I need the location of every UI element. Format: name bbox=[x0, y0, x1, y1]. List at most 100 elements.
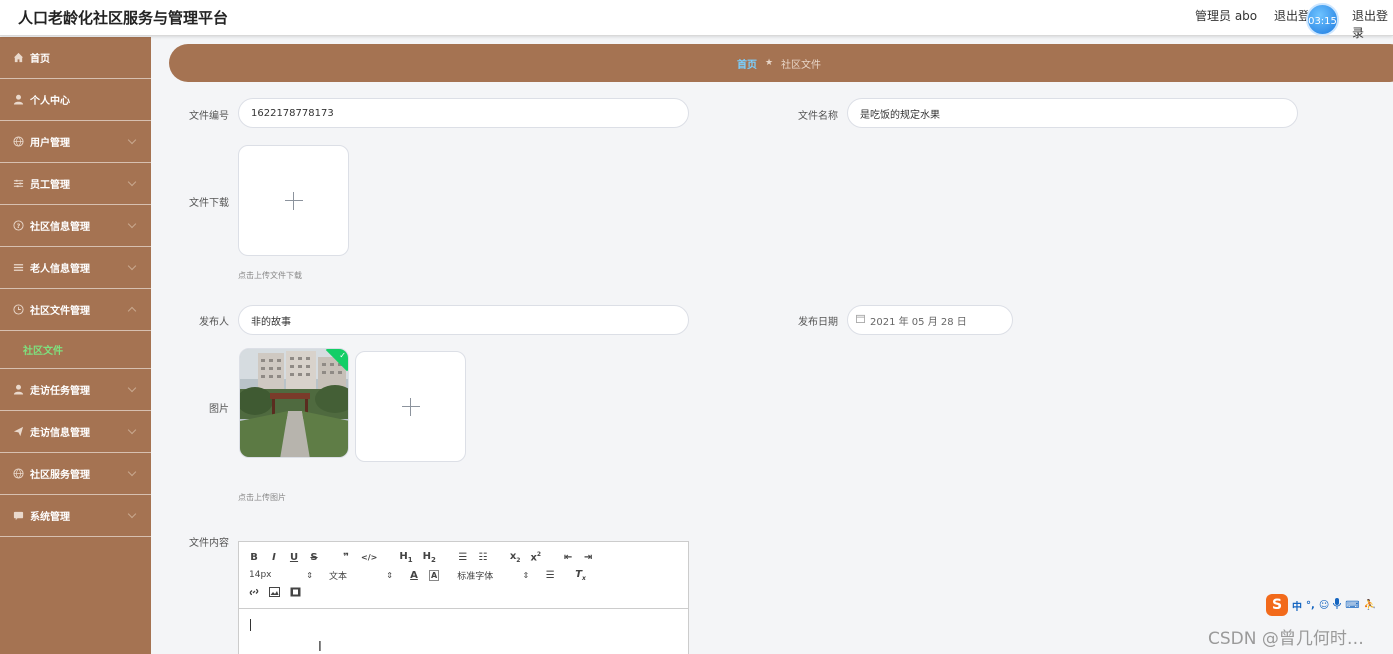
content-label: 文件内容 bbox=[189, 538, 229, 549]
sidebar-subitem-community-file[interactable]: 社区文件 bbox=[0, 331, 151, 369]
link-icon[interactable] bbox=[249, 587, 259, 600]
publisher-input[interactable]: 非的故事 bbox=[238, 305, 689, 335]
bold-icon[interactable]: B bbox=[249, 552, 259, 563]
sidebar-item-home[interactable]: 首页 bbox=[0, 37, 151, 79]
sidebar-item-label: 走访任务管理 bbox=[30, 386, 90, 397]
emoji-icon[interactable]: ☺ bbox=[1319, 600, 1329, 611]
sidebar-item-label: 首页 bbox=[30, 54, 50, 65]
outdent-icon[interactable]: ⇤ bbox=[563, 552, 573, 563]
sidebar-item-label: 系统管理 bbox=[30, 512, 70, 523]
heading-2-icon[interactable]: H2 bbox=[423, 551, 436, 564]
sogou-logo-icon[interactable]: S bbox=[1266, 594, 1288, 616]
italic-icon[interactable]: I bbox=[269, 552, 279, 563]
publish-date-value: 2021 年 05 月 28 日 bbox=[870, 316, 967, 328]
file-no-input[interactable]: 1622178778173 bbox=[238, 98, 689, 128]
paragraph-select[interactable]: 文本 ⇕ bbox=[329, 569, 393, 582]
sidebar-item-users[interactable]: 用户管理 bbox=[0, 121, 151, 163]
publisher-label: 发布人 bbox=[199, 317, 229, 328]
logout-link-2[interactable]: 退出登录 bbox=[1352, 7, 1393, 41]
plus-icon bbox=[401, 397, 420, 416]
select-arrows-icon: ⇕ bbox=[306, 570, 313, 580]
sidebar: 首页 个人中心 用户管理 员工管理 ? 社区信息管理 老人信息管理 社区文件管理… bbox=[0, 37, 151, 654]
underline-icon[interactable]: U bbox=[289, 552, 299, 563]
sidebar-item-community-info[interactable]: ? 社区信息管理 bbox=[0, 205, 151, 247]
strikethrough-icon[interactable]: S bbox=[309, 552, 319, 563]
align-icon[interactable]: ☰ bbox=[545, 570, 555, 581]
sidebar-item-community-service[interactable]: 社区服务管理 bbox=[0, 453, 151, 495]
ordered-list-icon[interactable]: ☰ bbox=[458, 552, 468, 563]
breadcrumb-current: 社区文件 bbox=[781, 59, 822, 71]
plus-icon bbox=[284, 191, 303, 210]
indent-icon[interactable]: ⇥ bbox=[583, 552, 593, 563]
sidebar-item-profile[interactable]: 个人中心 bbox=[0, 79, 151, 121]
keyboard-icon[interactable]: ⌨ bbox=[1345, 600, 1359, 611]
text-caret bbox=[250, 619, 251, 631]
sidebar-item-label: 社区服务管理 bbox=[30, 470, 90, 481]
sidebar-item-system[interactable]: 系统管理 bbox=[0, 495, 151, 537]
csdn-watermark: CSDN @曾几何时… bbox=[1208, 629, 1364, 649]
sidebar-item-label: 用户管理 bbox=[30, 138, 70, 149]
editor-content-area[interactable] bbox=[239, 609, 688, 654]
publish-date-label: 发布日期 bbox=[798, 317, 838, 328]
file-name-input[interactable]: 是吃饭的规定水果 bbox=[847, 98, 1298, 128]
blockquote-icon[interactable]: ❞ bbox=[341, 552, 351, 563]
file-download-label: 文件下载 bbox=[189, 198, 229, 209]
globe-icon bbox=[12, 136, 24, 148]
chevron-down-icon bbox=[127, 135, 137, 145]
sliders-icon bbox=[12, 178, 24, 190]
superscript-icon[interactable]: x2 bbox=[530, 551, 541, 563]
sidebar-item-elder-info[interactable]: 老人信息管理 bbox=[0, 247, 151, 289]
logout-link[interactable]: 退出登 bbox=[1274, 7, 1310, 24]
image-upload-box[interactable] bbox=[355, 351, 466, 462]
heading-1-icon[interactable]: H1 bbox=[399, 551, 412, 564]
clock-icon bbox=[12, 304, 24, 316]
calendar-icon bbox=[856, 314, 865, 326]
paragraph-value: 文本 bbox=[329, 571, 348, 582]
file-name-label: 文件名称 bbox=[798, 111, 838, 122]
chevron-down-icon bbox=[127, 425, 137, 435]
sidebar-item-visit-task[interactable]: 走访任务管理 bbox=[0, 369, 151, 411]
chevron-down-icon bbox=[127, 261, 137, 271]
globe-icon bbox=[12, 468, 24, 480]
editor-toolbar: B I U S ❞ </> H1 H2 ☰ ☷ x2 x2 ⇤ ⇥ 14px ⇕ … bbox=[239, 542, 688, 609]
publish-date-picker[interactable]: 2021 年 05 月 28 日 bbox=[847, 305, 1013, 335]
font-family-select[interactable]: 标准字体 ⇕ bbox=[457, 569, 529, 582]
sidebar-item-label: 员工管理 bbox=[30, 180, 70, 191]
send-icon bbox=[12, 426, 24, 438]
font-size-value: 14px bbox=[249, 570, 272, 580]
breadcrumb-home[interactable]: 首页 bbox=[737, 56, 757, 71]
subscript-icon[interactable]: x2 bbox=[510, 551, 521, 564]
ime-toolbar: S 中 °, ☺ ⌨ ⛹ bbox=[1266, 594, 1376, 616]
list-icon bbox=[12, 262, 24, 274]
file-upload-hint: 点击上传文件下载 bbox=[238, 271, 302, 280]
user-icon[interactable]: ⛹ bbox=[1364, 600, 1376, 611]
sidebar-item-label: 社区信息管理 bbox=[30, 222, 90, 233]
font-color-icon[interactable]: A bbox=[409, 570, 419, 581]
chevron-down-icon bbox=[127, 383, 137, 393]
breadcrumb: 首页 ★ 社区文件 bbox=[169, 44, 1393, 82]
sidebar-item-community-files[interactable]: 社区文件管理 bbox=[0, 289, 151, 331]
bullet-list-icon[interactable]: ☷ bbox=[478, 552, 488, 563]
code-block-icon[interactable]: </> bbox=[361, 553, 377, 562]
font-family-value: 标准字体 bbox=[457, 571, 494, 582]
font-size-select[interactable]: 14px ⇕ bbox=[249, 570, 313, 580]
uploaded-image-thumbnail[interactable]: ✓ bbox=[239, 348, 349, 458]
community-building-photo bbox=[240, 349, 348, 457]
sidebar-item-staff[interactable]: 员工管理 bbox=[0, 163, 151, 205]
select-arrows-icon: ⇕ bbox=[522, 570, 530, 580]
file-upload-box[interactable] bbox=[238, 145, 349, 256]
clear-format-icon[interactable]: Tx bbox=[575, 569, 586, 582]
punctuation-icon[interactable]: °, bbox=[1306, 600, 1315, 611]
background-color-icon[interactable]: A bbox=[429, 569, 440, 581]
sidebar-item-label: 老人信息管理 bbox=[30, 264, 90, 275]
sidebar-item-label: 个人中心 bbox=[30, 96, 70, 107]
video-icon[interactable] bbox=[290, 587, 301, 600]
chevron-down-icon bbox=[127, 509, 137, 519]
sidebar-item-visit-info[interactable]: 走访信息管理 bbox=[0, 411, 151, 453]
chat-icon bbox=[12, 510, 24, 522]
chevron-down-icon bbox=[127, 467, 137, 477]
ime-lang-toggle[interactable]: 中 bbox=[1292, 598, 1302, 613]
image-icon[interactable] bbox=[269, 586, 280, 600]
microphone-icon[interactable] bbox=[1333, 598, 1342, 612]
chevron-down-icon bbox=[127, 177, 137, 187]
